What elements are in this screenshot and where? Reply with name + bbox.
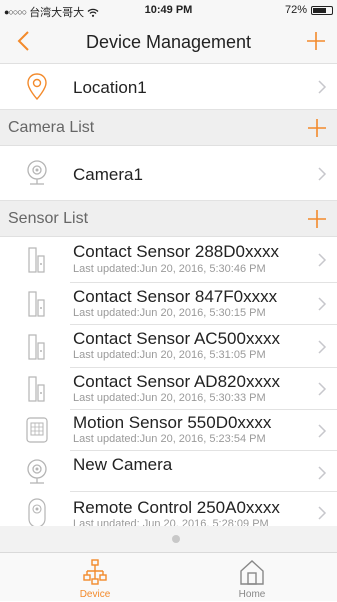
location-row[interactable]: Location1 — [0, 64, 337, 110]
sensor-name: Contact Sensor 847F0xxxx — [73, 287, 278, 306]
contact-sensor-icon — [22, 374, 52, 404]
sensor-row[interactable]: Contact Sensor AC500xxxx Last updated:Ju… — [0, 325, 337, 368]
page-indicator — [0, 526, 337, 552]
camera-list-header: Camera List — [0, 110, 337, 146]
plus-icon — [308, 119, 326, 137]
sensor-row[interactable]: Motion Sensor 550D0xxxx Last updated:Jun… — [0, 410, 337, 451]
location-pin-icon — [22, 72, 52, 102]
back-button[interactable] — [8, 26, 38, 56]
chevron-right-icon — [318, 297, 327, 311]
add-camera-button[interactable] — [303, 114, 331, 142]
camera-row[interactable]: Camera1 — [0, 146, 337, 201]
tab-device[interactable]: Device — [35, 553, 155, 602]
plus-icon — [308, 210, 326, 228]
chevron-right-icon — [318, 382, 327, 396]
sensor-row[interactable]: Remote Control 250A0xxxx Last undated: J… — [0, 492, 337, 526]
contact-sensor-icon — [22, 245, 52, 275]
chevron-right-icon — [318, 466, 327, 480]
chevron-right-icon — [318, 340, 327, 354]
chevron-right-icon — [318, 253, 327, 267]
nav-bar: Device Management — [0, 20, 337, 64]
sensor-name: Contact Sensor 288D0xxxx — [73, 242, 279, 261]
sensor-last-updated: Last updated:Jun 20, 2016, 5:30:46 PM — [73, 263, 266, 275]
sensor-row[interactable]: Contact Sensor AD820xxxx Last updated:Ju… — [0, 368, 337, 410]
sensor-last-updated: Last updated:Jun 20, 2016, 5:31:05 PM — [73, 349, 266, 361]
sensor-name: Contact Sensor AD820xxxx — [73, 372, 280, 391]
chevron-right-icon — [318, 424, 327, 438]
sensor-last-updated: Last updated:Jun 20, 2016, 5:30:33 PM — [73, 392, 266, 404]
tab-device-label: Device — [79, 589, 111, 600]
battery-fill — [313, 7, 326, 13]
remote-control-icon — [22, 498, 52, 526]
sensor-name: Motion Sensor 550D0xxxx — [73, 413, 272, 432]
camera-name: Camera1 — [73, 165, 143, 184]
sensor-row[interactable]: Contact Sensor 288D0xxxx Last updated:Ju… — [0, 237, 337, 283]
sensor-list-label: Sensor List — [8, 210, 89, 227]
sensor-name: New Camera — [73, 455, 173, 474]
chevron-right-icon — [318, 80, 327, 94]
sensor-name: Contact Sensor AC500xxxx — [73, 329, 280, 348]
camera-list-label: Camera List — [8, 119, 95, 136]
battery-icon — [311, 5, 333, 15]
chevron-left-icon — [17, 31, 29, 51]
sensor-row[interactable]: Contact Sensor 847F0xxxx Last updated:Ju… — [0, 283, 337, 325]
sensor-row[interactable]: New Camera — [0, 451, 337, 492]
chevron-right-icon — [318, 506, 327, 520]
status-right: 72% — [285, 4, 333, 16]
home-icon — [240, 560, 264, 585]
contact-sensor-icon — [22, 289, 52, 319]
add-sensor-button[interactable] — [303, 205, 331, 233]
device-tree-icon — [83, 559, 107, 585]
sensor-last-updated: Last updated:Jun 20, 2016, 5:23:54 PM — [73, 433, 266, 445]
sensor-last-updated: Last updated:Jun 20, 2016, 5:30:15 PM — [73, 307, 266, 319]
tab-home[interactable]: Home — [192, 553, 312, 602]
status-bar: ●○○○○ 台湾大哥大 10:49 PM 72% — [0, 0, 337, 20]
sensor-last-updated: Last undated: Jun 20, 2016, 5:28:09 PM — [73, 518, 269, 526]
motion-sensor-icon — [22, 415, 52, 445]
sensor-name: Remote Control 250A0xxxx — [73, 498, 280, 517]
battery-percentage: 72% — [284, 4, 307, 16]
camera-icon — [22, 457, 52, 487]
camera-icon — [22, 158, 52, 188]
sensor-list-header: Sensor List — [0, 201, 337, 237]
chevron-right-icon — [318, 167, 327, 181]
contact-sensor-icon — [22, 332, 52, 362]
page-title: Device Management — [85, 32, 252, 52]
tab-home-label: Home — [238, 589, 266, 600]
add-device-button[interactable] — [301, 26, 331, 56]
location-name: Location1 — [73, 78, 147, 97]
page-dot — [172, 535, 180, 543]
tab-bar: Device Home — [0, 552, 337, 601]
plus-icon — [307, 32, 325, 50]
